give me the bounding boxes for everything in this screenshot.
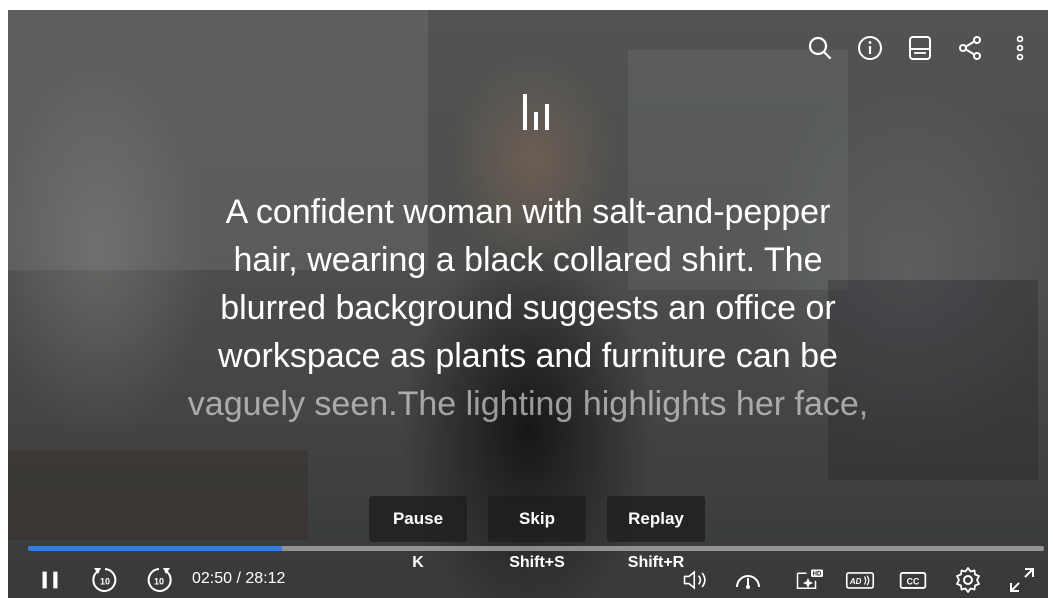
progress-bar[interactable]: [28, 546, 1044, 551]
share-icon[interactable]: [956, 34, 984, 62]
skip-shortcut: Shift+S: [509, 554, 565, 571]
info-icon[interactable]: [856, 34, 884, 62]
replay-description-button[interactable]: Replay: [607, 496, 705, 542]
progress-fill: [28, 546, 282, 551]
closed-captions-icon[interactable]: CC: [896, 564, 930, 596]
description-line: A confident woman with salt-and-pepper: [225, 193, 831, 231]
more-icon[interactable]: [1006, 34, 1034, 62]
description-line: vaguely seen.The lighting highlights her…: [187, 385, 869, 423]
hd-quality-icon[interactable]: HD: [786, 564, 830, 596]
audio-description-icon: [523, 94, 549, 130]
top-toolbar: [806, 34, 1034, 62]
transcript-icon[interactable]: [906, 34, 934, 62]
pause-shortcut: K: [412, 554, 424, 571]
time-display: 02:50 / 28:12: [192, 570, 286, 587]
description-line: workspace as plants and furniture can be: [218, 337, 838, 375]
skip-description-button[interactable]: Skip: [488, 496, 586, 542]
rewind-seconds: 10: [100, 577, 110, 587]
cc-label: CC: [907, 576, 920, 586]
video-player[interactable]: A confident woman with salt-and-pepper h…: [8, 10, 1048, 598]
search-icon[interactable]: [806, 34, 834, 62]
description-line: blurred background suggests an office or: [220, 289, 836, 327]
fullscreen-icon[interactable]: [1006, 564, 1038, 596]
volume-icon[interactable]: [676, 564, 716, 596]
forward-seconds: 10: [154, 577, 164, 587]
hd-badge: HD: [813, 572, 822, 578]
audio-description-text: A confident woman with salt-and-pepper h…: [138, 188, 918, 428]
playback-speed-icon[interactable]: [730, 564, 766, 596]
settings-gear-icon[interactable]: [952, 564, 984, 596]
forward-10-icon[interactable]: 10: [142, 564, 176, 596]
rewind-10-icon[interactable]: 10: [88, 564, 122, 596]
ad-label: AD: [849, 577, 862, 586]
pause-description-button[interactable]: Pause: [369, 496, 467, 542]
audio-description-toggle-icon[interactable]: AD: [842, 564, 878, 596]
description-line: hair, wearing a black collared shirt. Th…: [233, 241, 823, 279]
pause-icon[interactable]: [36, 564, 64, 596]
